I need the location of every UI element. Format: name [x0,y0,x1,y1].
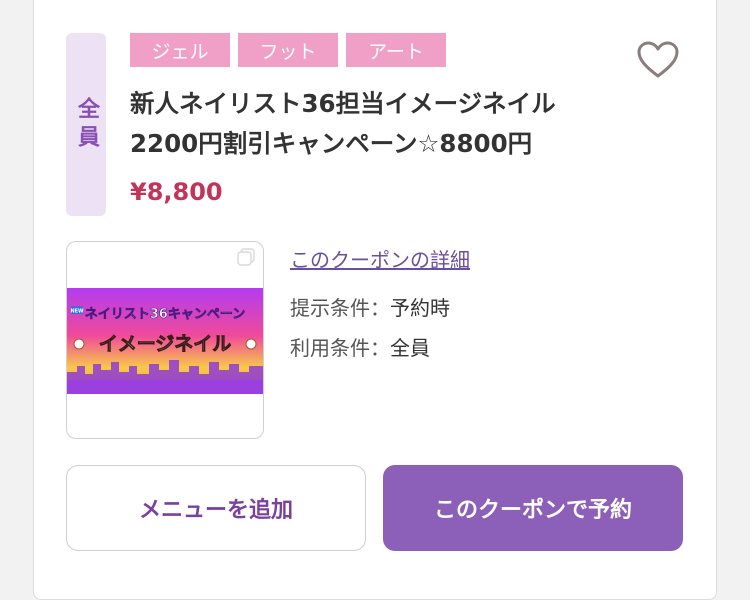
tag-art: アート [346,33,446,67]
category-tags: ジェル フット アート [130,33,446,67]
coupon-detail-link[interactable]: このクーポンの詳細 [290,244,470,273]
tag-gel: ジェル [130,33,230,67]
coupon-title: 新人ネイリスト36担当イメージネイル2200円割引キャンペーン☆8800円 [130,89,556,158]
present-condition-label: 提示条件： [290,296,390,320]
use-condition-value: 全員 [390,336,430,360]
thumbnail-line1: ネイリスト36キャンペーン [85,307,245,322]
thumbnail-line2: イメージネイル [99,333,232,355]
copy-icon [237,248,255,266]
heart-outline-icon[interactable] [636,40,680,80]
thumbnail-banner: NEW ネイリスト36キャンペーン イメージネイル [67,288,263,394]
target-badge: 全員 [66,33,106,216]
coupon-price: ¥8,800 [130,178,223,206]
present-condition: 提示条件： 予約時 [290,292,450,321]
add-menu-button[interactable]: メニューを追加 [66,465,366,551]
tag-foot: フット [238,33,338,67]
target-badge-label: 全員 [74,96,99,153]
present-condition-value: 予約時 [390,296,450,320]
use-condition-label: 利用条件： [290,336,390,360]
use-condition: 利用条件： 全員 [290,332,430,361]
coupon-thumbnail[interactable]: NEW ネイリスト36キャンペーン イメージネイル [66,241,264,439]
new-label: NEW [70,309,84,315]
reserve-with-coupon-button[interactable]: このクーポンで予約 [383,465,683,551]
